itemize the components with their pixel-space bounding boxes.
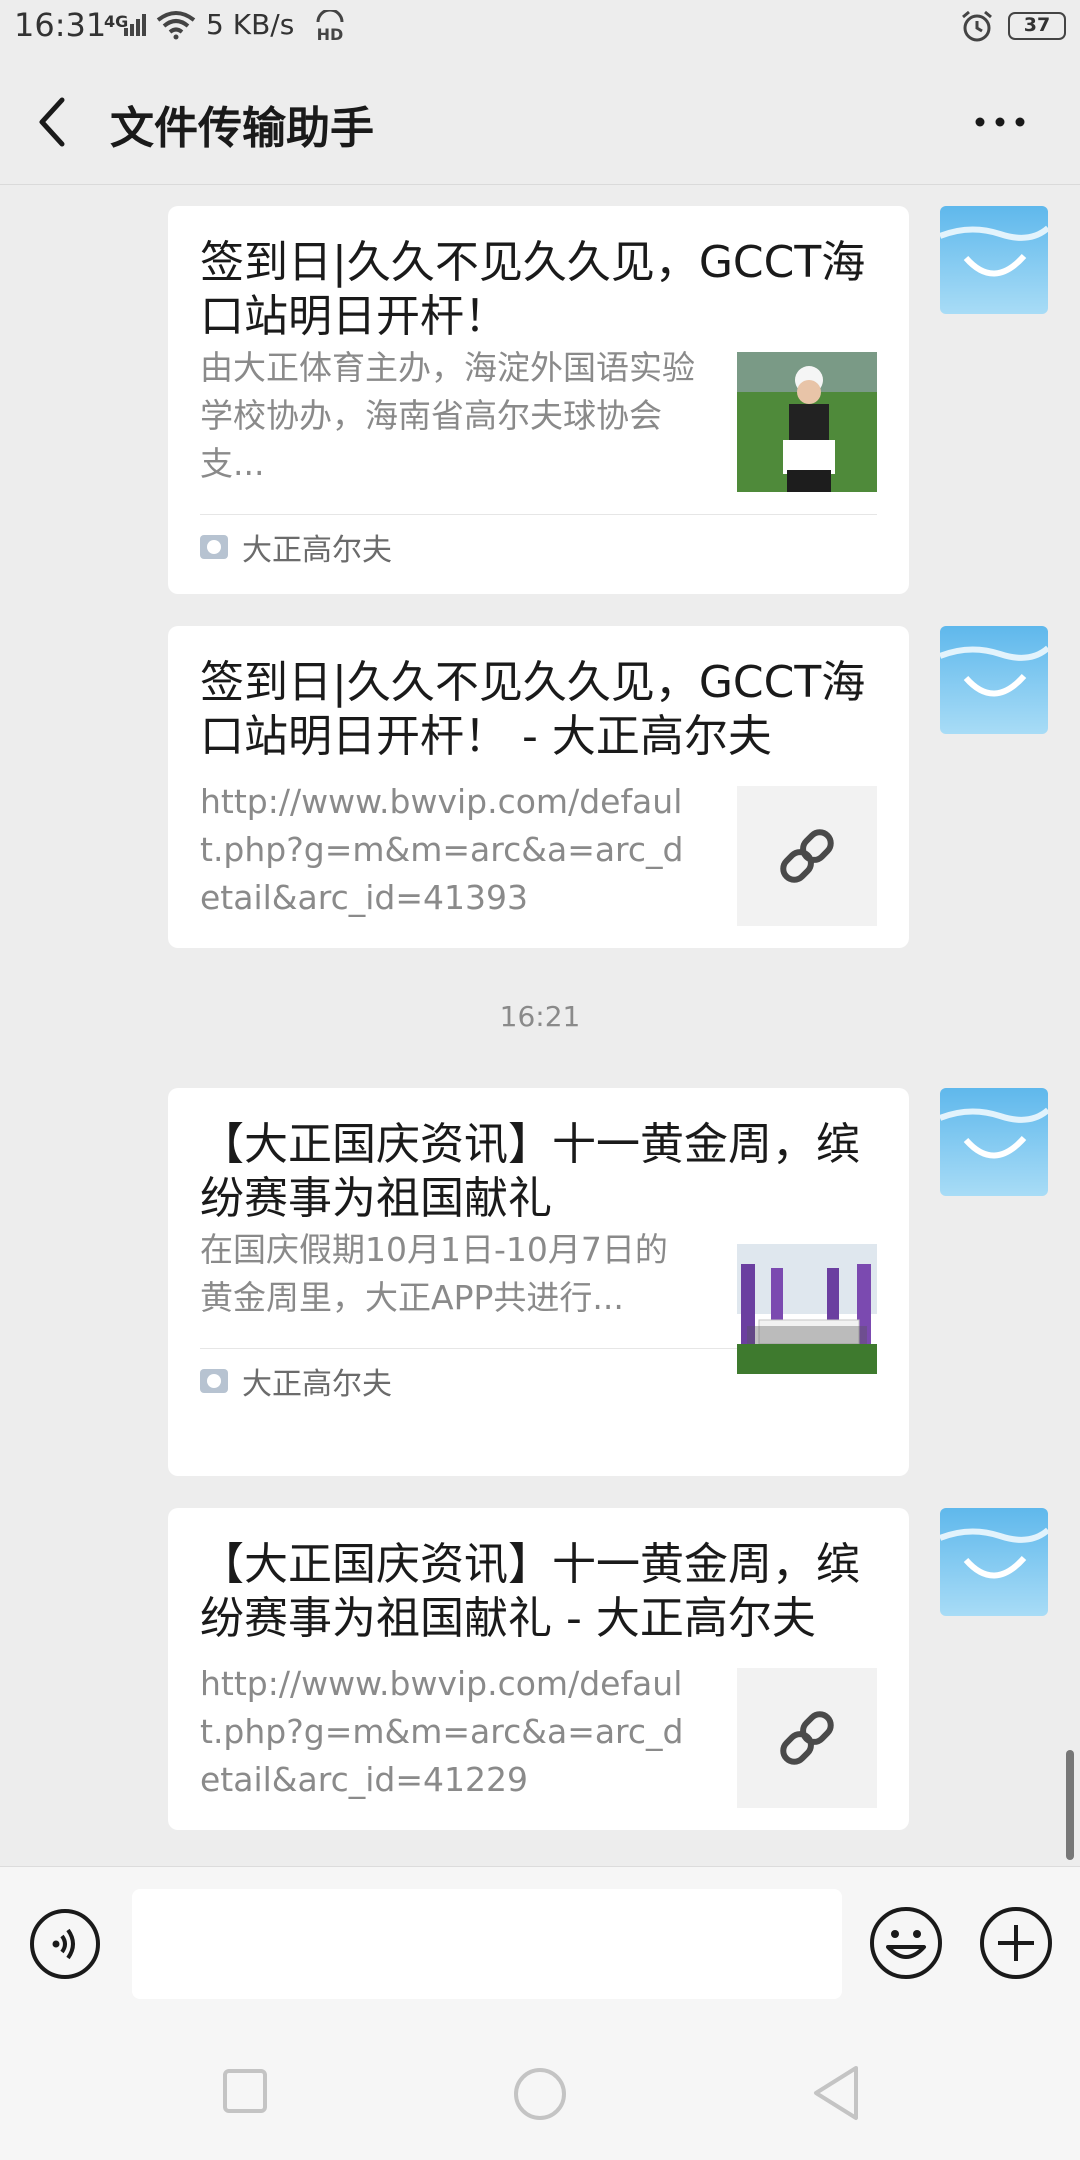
avatar[interactable] xyxy=(940,1088,1048,1196)
article-card[interactable]: 签到日|久久不见久久见，GCCT海口站明日开杆！ 由大正体育主办，海淀外国语实验… xyxy=(168,206,909,594)
source-logo-icon xyxy=(200,1369,228,1393)
scrollbar[interactable] xyxy=(1066,1750,1074,1860)
emoji-icon[interactable] xyxy=(868,1905,944,1981)
article-thumbnail xyxy=(737,1234,877,1374)
page-title: 文件传输助手 xyxy=(110,103,374,154)
time-separator: 16:21 xyxy=(499,1000,581,1033)
link-url: http://www.bwvip.com/default.php?g=m&m=a… xyxy=(200,782,684,917)
title-bar: 文件传输助手 xyxy=(0,58,1080,185)
link-card[interactable]: 【大正国庆资讯】十一黄金周，缤纷赛事为祖国献礼 - 大正高尔夫 http://w… xyxy=(168,1508,909,1830)
navigation-bar xyxy=(0,2028,1080,2160)
avatar[interactable] xyxy=(940,206,1048,314)
avatar-image xyxy=(940,1508,1048,1616)
article-title: 签到日|久久不见久久见，GCCT海口站明日开杆！ xyxy=(200,237,866,342)
message-input[interactable] xyxy=(132,1889,842,1999)
status-time: 16:31 xyxy=(14,6,107,44)
link-url: http://www.bwvip.com/default.php?g=m&m=a… xyxy=(200,1664,684,1799)
back-arrow-icon[interactable] xyxy=(30,92,80,152)
signal-icon xyxy=(124,14,146,36)
article-title: 【大正国庆资讯】十一黄金周，缤纷赛事为祖国献礼 xyxy=(200,1119,860,1224)
link-icon xyxy=(780,829,834,883)
link-icon xyxy=(780,1711,834,1765)
avatar[interactable] xyxy=(940,1508,1048,1616)
input-bar xyxy=(0,1866,1080,2029)
avatar-image xyxy=(940,206,1048,314)
source-name: 大正高尔夫 xyxy=(242,1367,392,1402)
article-card[interactable]: 【大正国庆资讯】十一黄金周，缤纷赛事为祖国献礼 在国庆假期10月1日-10月7日… xyxy=(168,1088,909,1476)
home-icon[interactable] xyxy=(512,2066,568,2122)
link-card[interactable]: 签到日|久久不见久久见，GCCT海口站明日开杆！ - 大正高尔夫 http://… xyxy=(168,626,909,948)
avatar-image xyxy=(940,1088,1048,1196)
avatar[interactable] xyxy=(940,626,1048,734)
link-thumbnail xyxy=(737,1668,877,1808)
more-dots-icon[interactable] xyxy=(970,102,1030,142)
article-source: 大正高尔夫 xyxy=(200,515,877,579)
voice-icon[interactable] xyxy=(28,1907,102,1981)
plus-icon[interactable] xyxy=(978,1905,1054,1981)
svg-text:HD: HD xyxy=(317,25,344,42)
nav-back-icon[interactable] xyxy=(810,2064,862,2122)
network-speed: 5 KB/s xyxy=(206,8,295,41)
link-thumbnail xyxy=(737,786,877,926)
battery-indicator: 37 xyxy=(1008,12,1066,40)
recent-apps-icon[interactable] xyxy=(222,2068,268,2114)
link-title: 签到日|久久不见久久见，GCCT海口站明日开杆！ - 大正高尔夫 xyxy=(200,657,866,762)
source-logo-icon xyxy=(200,535,228,559)
status-bar: 16:31 4G 5 KB/s HD 37 xyxy=(0,0,1080,58)
source-name: 大正高尔夫 xyxy=(242,533,392,568)
article-thumbnail xyxy=(737,352,877,492)
battery-level: 37 xyxy=(1023,14,1051,36)
wifi-icon xyxy=(156,11,196,40)
article-description: 由大正体育主办，海淀外国语实验学校协办，海南省高尔夫球协会支... xyxy=(200,348,695,483)
avatar-image xyxy=(940,626,1048,734)
hd-icon: HD xyxy=(316,10,344,42)
article-description: 在国庆假期10月1日-10月7日的黄金周里，大正APP共进行... xyxy=(200,1230,668,1317)
link-title: 【大正国庆资讯】十一黄金周，缤纷赛事为祖国献礼 - 大正高尔夫 xyxy=(200,1539,860,1644)
alarm-icon xyxy=(962,10,992,42)
